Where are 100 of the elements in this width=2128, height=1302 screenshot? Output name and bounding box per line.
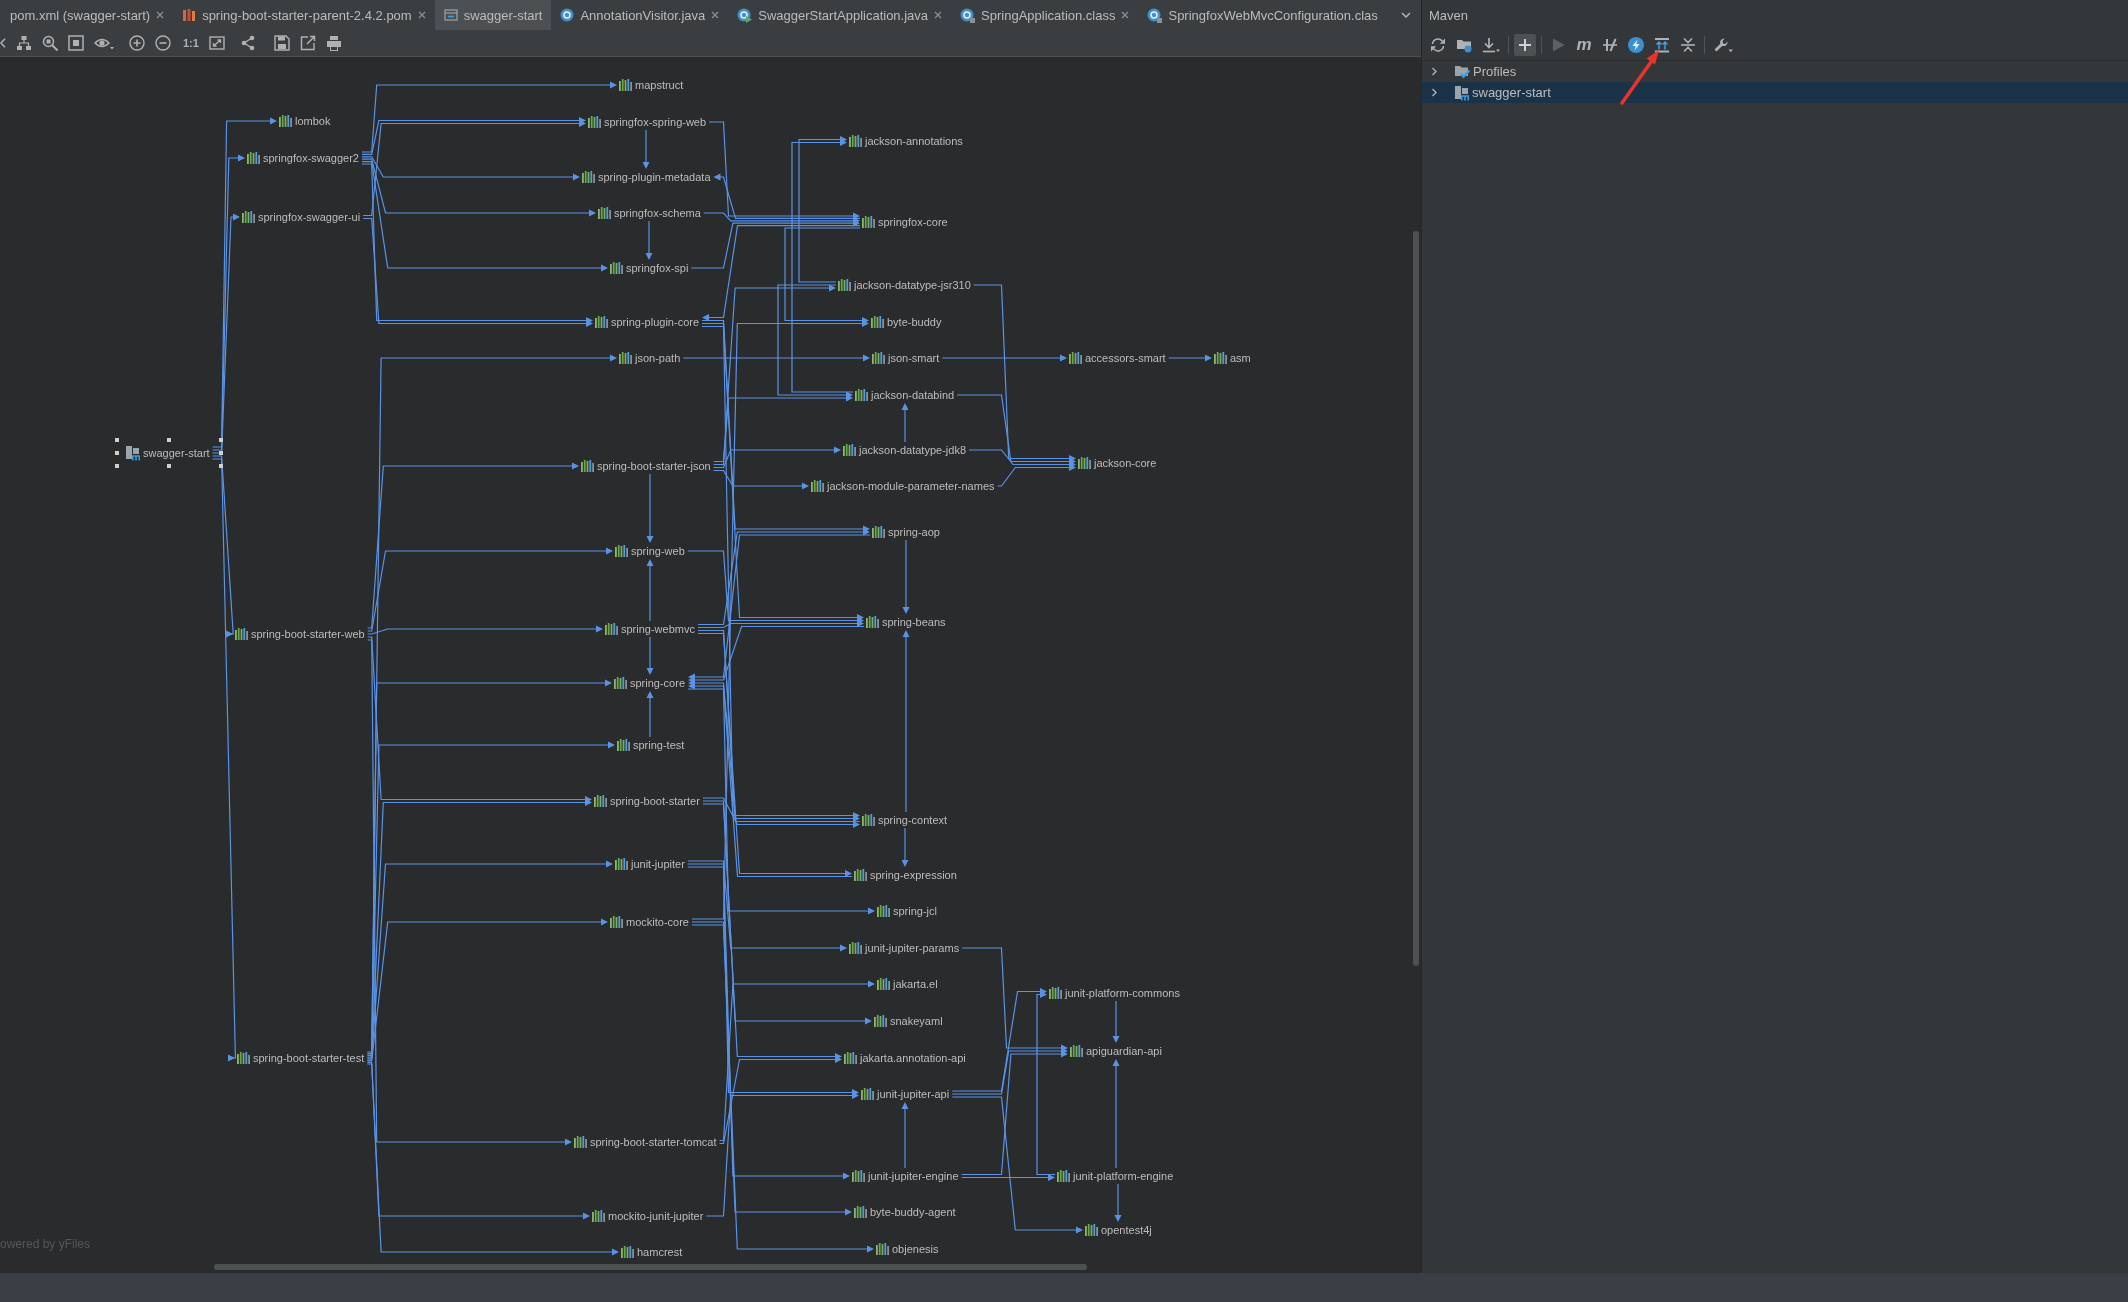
minus-circle-icon[interactable] [155, 35, 171, 51]
printer-icon[interactable] [325, 35, 342, 51]
artifact-label: spring-beans [882, 615, 946, 629]
editor-tab[interactable]: spring-boot-starter-parent-2.4.2.pom [173, 0, 435, 30]
artifact-label: swagger-start [143, 446, 210, 460]
artifact-label: springfox-core [878, 215, 948, 229]
resize-handle[interactable] [115, 464, 119, 468]
resize-handle[interactable] [218, 438, 223, 442]
editor-tab[interactable]: SpringfoxWebMvcConfiguration.clas [1138, 0, 1387, 30]
bars-icon [242, 211, 255, 223]
artifact-label: byte-buddy [887, 315, 942, 329]
editor-tab[interactable]: SpringApplication.class [951, 0, 1139, 30]
dependency-edge [642, 129, 650, 169]
bars-icon [598, 207, 611, 219]
module-icon [125, 445, 140, 461]
artifact-label: jackson-datatype-jsr310 [854, 278, 971, 292]
hierarchy-icon[interactable] [16, 35, 32, 51]
dependency-edge [646, 691, 654, 738]
bars-icon [872, 352, 885, 364]
bars-icon [610, 916, 623, 928]
folder-icon[interactable] [1456, 37, 1472, 53]
bars-icon [182, 8, 197, 22]
folder-icon [1454, 64, 1470, 79]
artifact-label: accessors-smart [1085, 351, 1166, 365]
artifact-label: mockito-core [626, 915, 689, 929]
editor-tab[interactable]: pom.xml (swagger-start) [0, 0, 174, 30]
artifact-label: jakarta.el [893, 977, 938, 991]
bars-icon [874, 1015, 887, 1027]
editor-tab[interactable]: SwaggerStartApplication.java [728, 0, 952, 30]
bars-icon [615, 858, 628, 870]
artifact-label: apiguardian-api [1086, 1044, 1162, 1058]
editor-tab[interactable]: swagger-start [434, 0, 552, 30]
artifact-label: spring-plugin-core [611, 315, 700, 329]
square-icon[interactable] [68, 35, 84, 51]
chevron-icon[interactable] [1430, 88, 1439, 97]
bars-icon [588, 116, 601, 128]
artifact-label: spring-boot-starter-json [597, 459, 711, 473]
tree-item[interactable]: Profiles [1422, 61, 2128, 82]
resize-handle[interactable] [218, 451, 223, 455]
scrollbar-thumb[interactable] [1413, 231, 1419, 966]
artifact-label: jackson-annotations [865, 134, 963, 148]
download-icon[interactable] [1482, 37, 1500, 53]
resize-handle[interactable] [115, 438, 119, 442]
bars-icon [574, 1136, 587, 1148]
wrench-icon[interactable] [1713, 37, 1733, 53]
artifact-label: jackson-datatype-jdk8 [859, 443, 966, 457]
bars-icon [877, 905, 890, 917]
module-icon [1454, 84, 1469, 101]
bars-icon [594, 795, 607, 807]
chevron-icon[interactable] [0, 38, 6, 48]
scrollbar-thumb[interactable] [214, 1264, 1087, 1270]
artifact-label: byte-buddy-agent [870, 1205, 956, 1219]
close-icon[interactable] [417, 11, 426, 19]
panel-title: Maven [1429, 7, 1469, 23]
plus-circle-icon[interactable] [129, 35, 145, 51]
bars-icon [838, 279, 851, 291]
artifact-label: spring-context [878, 813, 948, 827]
refresh-icon[interactable] [1430, 37, 1446, 53]
artifact-label: jackson-core [1094, 456, 1157, 470]
artifact-label: objenesis [892, 1242, 939, 1256]
collapse-icon[interactable] [1680, 37, 1696, 53]
resize-icon[interactable] [208, 35, 225, 51]
bars-icon [854, 1206, 867, 1218]
editor-tab[interactable]: AnnotationVisitor.java [551, 0, 729, 30]
chevron-down-icon[interactable] [1401, 12, 1411, 18]
artifact-label: jackson-databind [871, 388, 955, 402]
lightning-icon[interactable] [1628, 37, 1644, 53]
resize-handle[interactable] [115, 451, 119, 455]
close-icon[interactable] [1121, 11, 1130, 19]
search-icon[interactable] [42, 35, 58, 51]
tree-item[interactable]: swagger-start [1422, 82, 2128, 103]
bars-icon [621, 1246, 634, 1258]
crossed-lines-icon[interactable] [1602, 37, 1618, 53]
close-icon[interactable] [156, 11, 165, 19]
dependency-edge [901, 827, 909, 867]
resize-handle[interactable] [218, 464, 223, 468]
export-icon[interactable] [299, 35, 316, 51]
bars-icon [1069, 352, 1082, 364]
floppy-icon[interactable] [273, 35, 290, 51]
artifact-label: json-path [635, 351, 681, 365]
bars-icon [862, 814, 875, 826]
close-icon[interactable] [934, 11, 943, 19]
bars-icon [235, 628, 248, 640]
artifact-label: springfox-spi [626, 261, 689, 275]
artifact-label: json-smart [888, 351, 940, 365]
up-arrows-icon[interactable] [1654, 37, 1670, 53]
ring-icon [1147, 7, 1163, 23]
artifact-label: spring-aop [888, 525, 940, 539]
bars-icon [614, 677, 627, 689]
share-icon[interactable] [239, 35, 256, 51]
artifact-label: springfox-swagger2 [263, 151, 359, 165]
resize-handle[interactable] [166, 438, 171, 442]
goal-button[interactable]: m [1576, 35, 1592, 55]
artifact-label: springfox-schema [614, 206, 701, 220]
close-icon[interactable] [711, 11, 720, 19]
bars-icon [581, 460, 594, 472]
chevron-icon[interactable] [1430, 67, 1439, 76]
artifact-label: lombok [295, 114, 331, 128]
resize-handle[interactable] [166, 464, 171, 468]
actual-size-button[interactable]: 1:1 [183, 36, 199, 50]
